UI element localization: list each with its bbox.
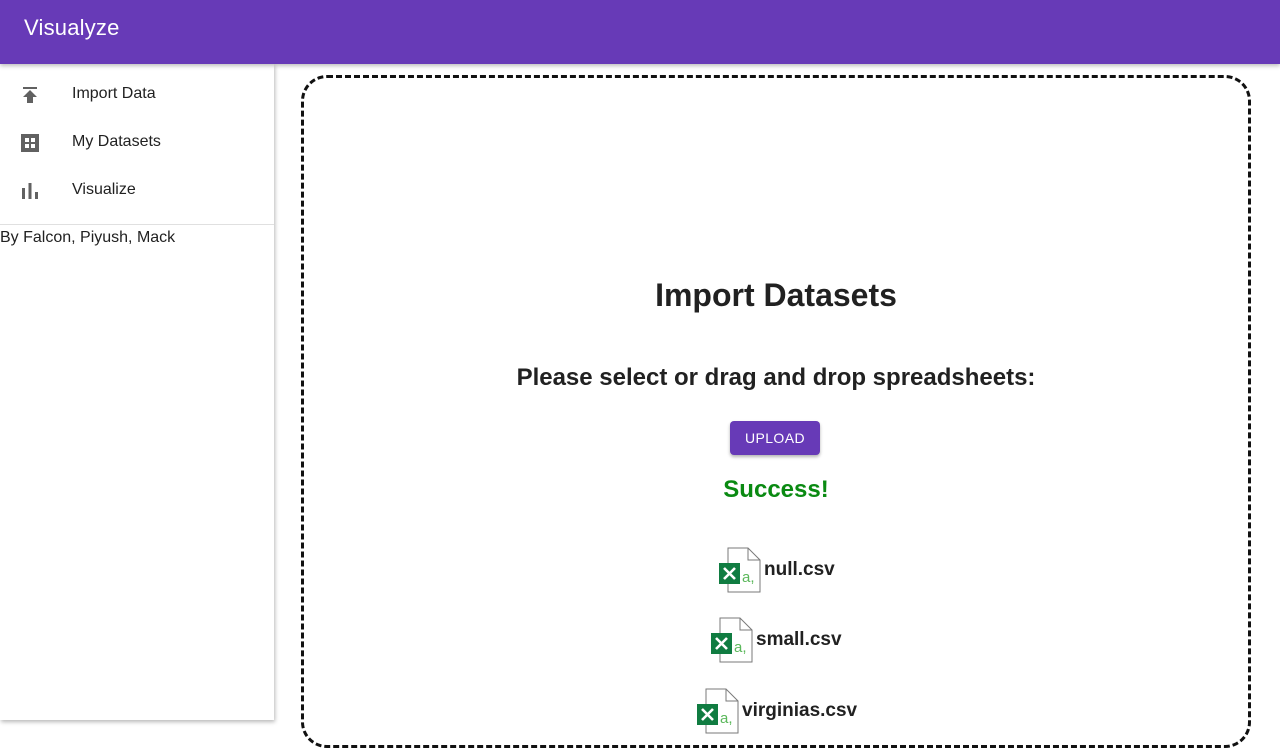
sidebar-item-label: Import Data (72, 85, 156, 102)
sidebar-item-label: My Datasets (72, 133, 161, 150)
upload-button[interactable]: UPLOAD (730, 421, 820, 455)
sidebar-item-label: Visualize (72, 181, 136, 198)
file-name: small.csv (756, 629, 842, 650)
list-item: a, null.csv (718, 547, 835, 593)
status-message: Success! (723, 476, 829, 503)
sidebar-divider (0, 224, 274, 225)
sidebar-drawer: Import Data My Datasets Visualize By Fal… (0, 64, 274, 720)
sidebar-item-visualize[interactable]: Visualize (0, 167, 274, 215)
excel-csv-icon: a, (719, 547, 761, 593)
upload-prompt: Please select or drag and drop spreadshe… (516, 364, 1036, 391)
app-title: Visualyze (24, 15, 120, 40)
svg-text:a,: a, (742, 569, 755, 586)
page-title: Import Datasets (655, 277, 897, 313)
sidebar-item-my-datasets[interactable]: My Datasets (0, 119, 274, 167)
excel-csv-icon: a, (711, 617, 753, 663)
svg-text:a,: a, (720, 710, 733, 727)
dashboard-grid-icon (21, 134, 39, 152)
list-item: a, virginias.csv (696, 688, 857, 734)
file-name: null.csv (764, 559, 835, 580)
upload-icon (23, 87, 37, 103)
app-bar: Visualyze (0, 0, 1280, 64)
excel-csv-icon: a, (697, 688, 739, 734)
file-name: virginias.csv (742, 700, 858, 721)
list-item: a, small.csv (710, 617, 842, 663)
svg-text:a,: a, (734, 639, 747, 656)
sidebar-item-import-data[interactable]: Import Data (0, 71, 274, 119)
credits-text: By Falcon, Piyush, Mack (0, 229, 176, 246)
bar-chart-icon (22, 183, 38, 199)
